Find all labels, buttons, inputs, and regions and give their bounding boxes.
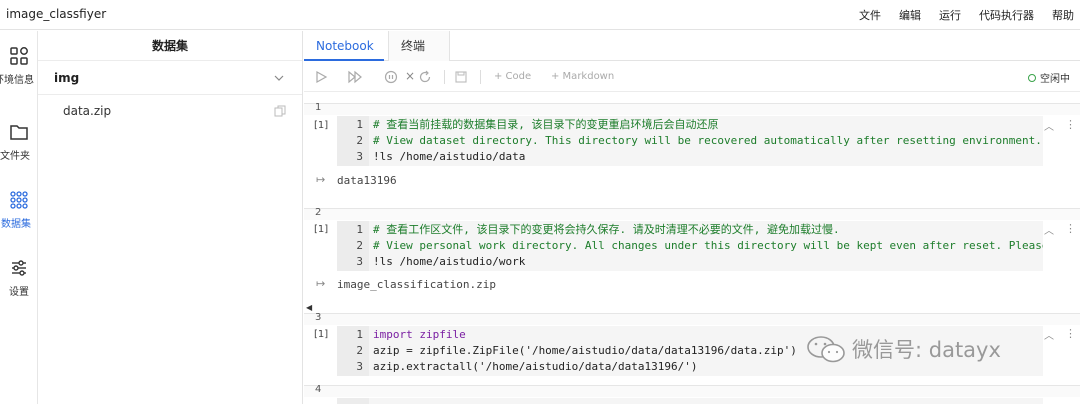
code-editor[interactable]: 1 # 查看工作区文件, 该目录下的变更将会持久保存. 请及时清理不必要的文件, … [337, 221, 1043, 271]
sidebar-item-settings[interactable]: 设置 [0, 243, 37, 301]
line-number: 3 [356, 255, 363, 268]
line-number: 2 [356, 239, 363, 252]
top-bar: image_classfiyer 文件 编辑 运行 代码执行器 帮助 [0, 0, 1080, 30]
execution-count: [1] [314, 329, 329, 340]
line-number: 1 [356, 223, 363, 236]
code-text: # 查看工作区文件, 该目录下的变更将会持久保存. 请及时清理不必要的文件, 避… [373, 223, 840, 236]
code-text: !ls /home/aistudio/work [373, 255, 526, 268]
code-text: !ls /home/aistudio/data [373, 150, 526, 163]
kernel-status: 空闲中 [1028, 70, 1070, 85]
line-number: 3 [356, 150, 363, 163]
collapse-icon[interactable]: ︿ [1044, 118, 1054, 133]
more-icon[interactable]: ⋮ [1065, 118, 1076, 131]
line-number: 2 [356, 134, 363, 147]
output-arrow-icon: ↦ [316, 173, 326, 186]
watermark: 微信号: datayx [806, 334, 1001, 364]
collapse-icon[interactable]: ︿ [1044, 327, 1054, 342]
notebook-toolbar: + Code + Markdown 空闲中 [304, 62, 1080, 92]
code-line: 1 # 查看当前挂载的数据集目录, 该目录下的变更重启环境后会自动还原 [337, 117, 1043, 133]
line-number: 2 [356, 344, 363, 357]
status-dot-icon [1028, 73, 1036, 82]
menu-file[interactable]: 文件 [859, 7, 881, 23]
dataset-group-label: img [54, 70, 80, 85]
code-text: import zipfile [373, 328, 466, 341]
sidebar-item-dataset[interactable]: 数据集 [0, 175, 37, 233]
more-icon[interactable]: ⋮ [1065, 327, 1076, 340]
execution-count: [1] [314, 120, 329, 131]
line-gutter [337, 398, 369, 404]
tab-terminal-label: 终端 [401, 39, 426, 53]
tab-notebook[interactable]: Notebook [304, 31, 384, 61]
sliders-icon [12, 260, 26, 276]
stop-icon[interactable] [384, 70, 398, 84]
cell-number: 1 [315, 102, 322, 113]
tab-bar: Notebook 终端× [304, 31, 1080, 83]
output-arrow-icon: ↦ [316, 277, 326, 290]
code-text: azip = zipfile.ZipFile('/home/aistudio/d… [373, 344, 797, 357]
code-editor[interactable] [337, 398, 1043, 404]
cell-number: 3 [315, 312, 322, 323]
dataset-file-name: data.zip [63, 104, 112, 118]
restart-icon[interactable] [418, 70, 432, 84]
tab-terminal[interactable]: 终端× [388, 31, 450, 83]
collapse-icon[interactable]: ︿ [1044, 222, 1054, 237]
line-number: 1 [356, 328, 363, 341]
more-icon[interactable]: ⋮ [1065, 222, 1076, 235]
code-editor[interactable]: 1 # 查看当前挂载的数据集目录, 该目录下的变更重启环境后会自动还原 2 # Vi… [337, 116, 1043, 166]
dataset-panel: 数据集 img data.zip [38, 31, 303, 404]
cell-header [304, 103, 1080, 115]
folder-icon [10, 125, 28, 140]
toolbar-divider [480, 70, 481, 84]
sidebar-item-label: 环境信息 [0, 75, 34, 86]
dataset-group-img[interactable]: img [38, 61, 302, 95]
sidebar-item-env-info[interactable]: 环境信息 [0, 31, 37, 89]
line-number: 3 [356, 360, 363, 373]
menu-run[interactable]: 运行 [939, 7, 961, 23]
activity-bar: 环境信息 文件夹 数据集 设置 [0, 31, 38, 404]
add-code-button[interactable]: + Code [494, 71, 531, 82]
app-title: image_classfiyer [6, 7, 107, 21]
code-line: 1 # 查看工作区文件, 该目录下的变更将会持久保存. 请及时清理不必要的文件, … [337, 222, 1043, 238]
code-text: # 查看当前挂载的数据集目录, 该目录下的变更重启环境后会自动还原 [373, 118, 719, 131]
execution-count: [1] [314, 224, 329, 235]
cell-header [304, 385, 1080, 397]
watermark-text: 微信号: datayx [852, 338, 1001, 362]
run-all-icon[interactable] [348, 70, 362, 84]
code-text: # View dataset directory. This directory… [373, 134, 1042, 147]
code-line: 3 !ls /home/aistudio/data [337, 149, 1043, 165]
cell-header [304, 208, 1080, 220]
toolbar-divider [444, 70, 445, 84]
cell-output: data13196 [337, 174, 397, 187]
main-menu: 文件 编辑 运行 代码执行器 帮助 [859, 7, 1074, 23]
copy-icon[interactable] [274, 105, 286, 117]
cell-output: image_classification.zip [337, 278, 496, 291]
sidebar-item-folder[interactable]: 文件夹 [0, 107, 37, 165]
kernel-status-label: 空闲中 [1040, 74, 1070, 85]
cell-header [304, 313, 1080, 325]
menu-help[interactable]: 帮助 [1052, 7, 1074, 23]
grid-icon [10, 47, 28, 65]
sidebar-item-label: 设置 [9, 287, 29, 298]
panel-title: 数据集 [38, 31, 302, 61]
add-markdown-button[interactable]: + Markdown [551, 71, 614, 82]
save-icon[interactable] [454, 70, 468, 84]
collapse-panel-icon[interactable]: ◀ [306, 303, 312, 312]
code-line: 3 !ls /home/aistudio/work [337, 254, 1043, 270]
menu-kernel[interactable]: 代码执行器 [979, 7, 1034, 23]
cell-number: 4 [315, 384, 322, 395]
sidebar-item-label: 文件夹 [0, 151, 30, 162]
run-icon[interactable] [314, 70, 328, 84]
sidebar-item-label: 数据集 [1, 219, 31, 230]
dataset-icon [10, 191, 28, 209]
cell-number: 2 [315, 207, 322, 218]
chevron-down-icon [274, 75, 284, 81]
wechat-icon [807, 336, 845, 363]
menu-edit[interactable]: 编辑 [899, 7, 921, 23]
dataset-file-item[interactable]: data.zip [38, 95, 302, 127]
code-text: azip.extractall('/home/aistudio/data/dat… [373, 360, 698, 373]
code-text: # View personal work directory. All chan… [373, 239, 1043, 252]
code-line: 2 # View personal work directory. All cha… [337, 238, 1043, 254]
line-number: 1 [356, 118, 363, 131]
code-line: 2 # View dataset directory. This director… [337, 133, 1043, 149]
